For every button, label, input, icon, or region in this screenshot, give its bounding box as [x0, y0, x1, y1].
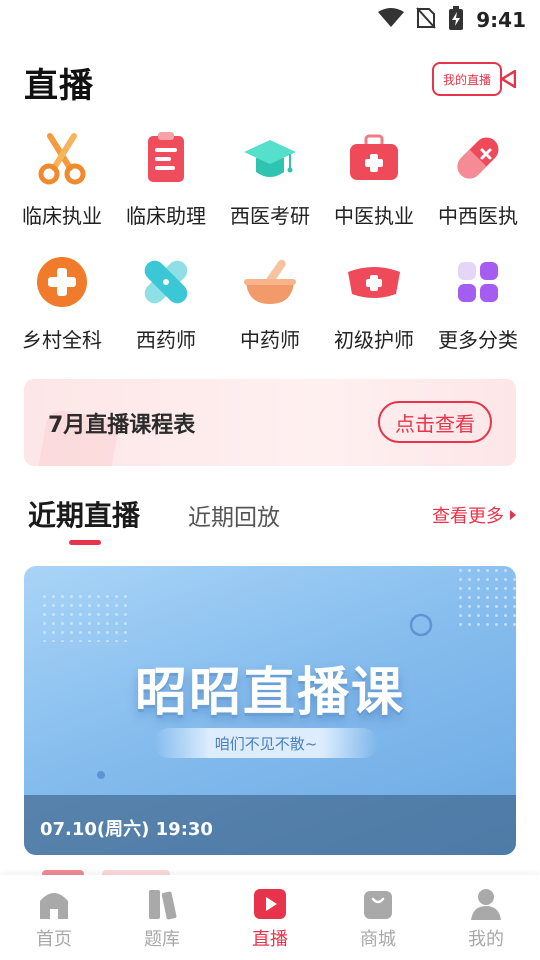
- banner-title: 7月直播课程表: [48, 413, 196, 438]
- header: 直播 我的直播: [24, 52, 517, 108]
- live-course-card[interactable]: 昭昭直播课 咱们不见不散~ 07.10(周六) 19:30: [24, 566, 516, 855]
- category-label: 乡村全科: [22, 328, 102, 352]
- ring-decoration: [409, 613, 433, 637]
- battery-charging-icon: [448, 6, 464, 34]
- my-live-label: 我的直播: [442, 72, 491, 87]
- category-western-postgrad[interactable]: 西医考研: [218, 128, 322, 252]
- books-icon: [149, 890, 177, 920]
- tab-recent-live[interactable]: 近期直播: [28, 494, 140, 534]
- my-live-box: 我的直播: [432, 62, 502, 96]
- live-card-time: 07.10(周六) 19:30: [40, 819, 213, 840]
- live-card-footer: 07.10(周六) 19:30: [24, 795, 516, 855]
- shopping-bag-icon: [364, 891, 392, 919]
- dot-decoration: [97, 771, 105, 779]
- category-rural-general[interactable]: 乡村全科: [10, 252, 114, 376]
- clipboard-icon: [148, 132, 184, 182]
- category-clinical-assistant[interactable]: 临床助理: [114, 128, 218, 252]
- view-schedule-button[interactable]: 点击查看: [378, 401, 492, 443]
- play-icon: [254, 889, 286, 919]
- live-card-title: 昭昭直播课: [134, 663, 405, 723]
- category-label: 中西医执: [438, 204, 518, 228]
- dot-pattern: [40, 592, 130, 642]
- mortar-pestle-icon: [244, 259, 296, 304]
- tab-recent-replay[interactable]: 近期回放: [188, 498, 280, 532]
- home-icon: [40, 893, 68, 919]
- grid-apps-icon: [458, 262, 498, 302]
- nav-label: 题库: [144, 929, 180, 950]
- category-label: 西药师: [136, 328, 196, 352]
- status-bar: 9:41: [0, 0, 540, 40]
- nav-live[interactable]: 直播: [216, 875, 324, 960]
- category-grid: 临床执业 临床助理 西医考研 中医执业 中西医执 乡村全科 西药师 中药师 初级…: [10, 128, 530, 376]
- category-label: 初级护师: [334, 328, 414, 352]
- nav-home[interactable]: 首页: [0, 875, 108, 960]
- graduation-cap-icon: [244, 140, 296, 177]
- nav-label: 我的: [468, 929, 504, 950]
- category-tcm-practice[interactable]: 中医执业: [322, 128, 426, 252]
- scissors-icon: [38, 133, 86, 185]
- nav-label: 首页: [36, 929, 72, 950]
- category-row: 乡村全科 西药师 中药师 初级护师 更多分类: [10, 252, 530, 376]
- my-live-button[interactable]: 我的直播: [432, 62, 517, 96]
- live-card-subtitle: 咱们不见不散~: [214, 734, 318, 753]
- category-label: 临床助理: [126, 204, 206, 228]
- bottom-nav: 首页 题库 直播 商城 我的: [0, 875, 540, 960]
- category-label: 中医执业: [334, 204, 414, 228]
- video-camera-icon: [500, 69, 517, 92]
- category-junior-nurse[interactable]: 初级护师: [322, 252, 426, 376]
- tab-active-indicator: [69, 540, 101, 545]
- category-western-pharmacist[interactable]: 西药师: [114, 252, 218, 376]
- category-label: 临床执业: [22, 204, 102, 228]
- wifi-icon: [378, 8, 405, 32]
- see-more-label: 查看更多: [432, 506, 504, 527]
- category-more[interactable]: 更多分类: [426, 252, 530, 376]
- pill-capsule-icon: [457, 137, 499, 179]
- live-tabs: 近期直播 近期回放 查看更多: [24, 490, 516, 550]
- category-integrated-medicine[interactable]: 中西医执: [426, 128, 530, 252]
- live-card-subtitle-pill: 咱们不见不散~: [154, 728, 378, 758]
- nav-label: 商城: [360, 929, 396, 950]
- category-label: 更多分类: [438, 328, 518, 352]
- category-row: 临床执业 临床助理 西医考研 中医执业 中西医执: [10, 128, 530, 252]
- nav-profile[interactable]: 我的: [432, 875, 540, 960]
- category-clinical-practice[interactable]: 临床执业: [10, 128, 114, 252]
- chevron-right-icon: [510, 510, 516, 520]
- dot-pattern: [456, 566, 516, 626]
- category-label: 西医考研: [230, 204, 310, 228]
- nav-mall[interactable]: 商城: [324, 875, 432, 960]
- status-time: 9:41: [476, 8, 526, 32]
- schedule-banner[interactable]: 7月直播课程表 点击查看: [24, 379, 516, 466]
- category-label: 中药师: [240, 328, 300, 352]
- profile-icon: [471, 889, 501, 920]
- nav-question-bank[interactable]: 题库: [108, 875, 216, 960]
- see-more-link[interactable]: 查看更多: [432, 502, 516, 528]
- nurse-cap-icon: [348, 267, 400, 298]
- bandage-icon: [144, 260, 188, 304]
- page-title: 直播: [24, 66, 94, 106]
- no-sim-icon: [416, 7, 436, 33]
- category-tcm-pharmacist[interactable]: 中药师: [218, 252, 322, 376]
- nav-label: 直播: [252, 929, 288, 950]
- plus-circle-icon: [37, 257, 87, 307]
- medical-kit-icon: [350, 134, 398, 180]
